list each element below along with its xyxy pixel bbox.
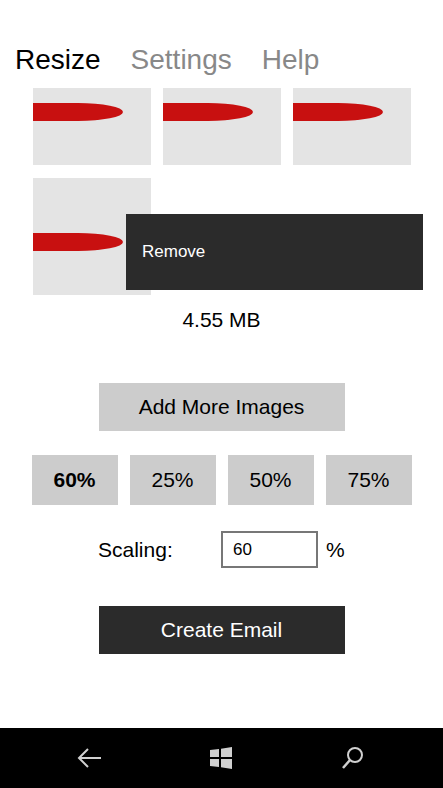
image-thumbnail[interactable]: Remove	[33, 178, 151, 295]
photo-shape	[163, 103, 253, 121]
preset-row: 60%25%50%75%	[0, 455, 443, 505]
photo-shape	[33, 103, 123, 121]
scaling-row: Scaling:%	[0, 531, 443, 568]
scaling-input[interactable]	[221, 531, 318, 568]
image-grid-inner: Remove	[0, 88, 443, 295]
photo-shape	[293, 103, 383, 121]
windows-logo-icon[interactable]	[207, 744, 235, 772]
create-email-button[interactable]: Create Email	[99, 606, 345, 654]
preset-button[interactable]: 25%	[130, 455, 216, 505]
image-thumbnail[interactable]	[163, 88, 281, 165]
remove-menu-item[interactable]: Remove	[142, 240, 407, 264]
preset-button[interactable]: 50%	[228, 455, 314, 505]
navigation-bar	[0, 728, 443, 788]
scaling-label: Scaling:	[98, 538, 221, 562]
back-arrow-icon[interactable]	[76, 744, 104, 772]
scaling-unit: %	[326, 538, 345, 562]
pivot-tab[interactable]: Help	[262, 44, 320, 88]
pivot-tab[interactable]: Resize	[15, 44, 101, 88]
add-more-images-button[interactable]: Add More Images	[99, 383, 345, 431]
total-size: 4.55 MB	[0, 305, 443, 335]
preset-button[interactable]: 75%	[326, 455, 412, 505]
image-grid: Remove	[0, 88, 443, 295]
preset-button[interactable]: 60%	[32, 455, 118, 505]
pivot-header: Resize Settings Help	[0, 0, 443, 88]
image-thumbnail[interactable]	[293, 88, 411, 165]
spacer	[0, 654, 443, 728]
image-thumbnail[interactable]	[33, 88, 151, 165]
pivot-tab[interactable]: Settings	[131, 44, 232, 88]
photo-shape	[33, 233, 123, 251]
context-menu: Remove	[126, 214, 423, 290]
search-icon[interactable]	[339, 744, 367, 772]
